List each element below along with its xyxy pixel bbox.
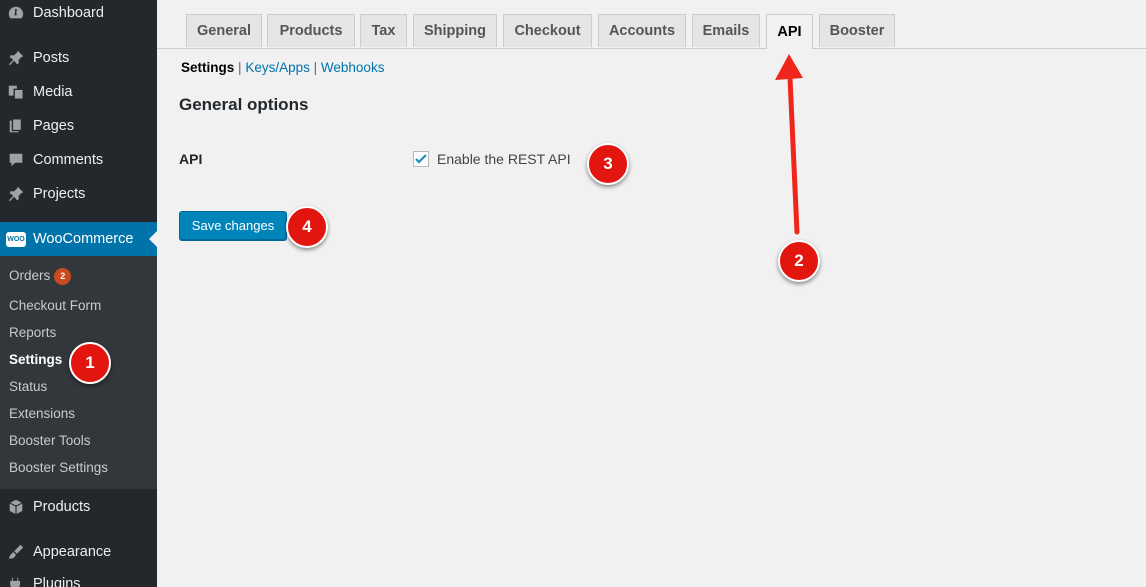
menu-label: Media [33, 84, 73, 100]
menu-item-woocommerce[interactable]: WOO WooCommerce [0, 222, 157, 256]
menu-label: Dashboard [33, 5, 104, 21]
woocommerce-logo: WOO [6, 231, 26, 247]
subnav-webhooks[interactable]: Webhooks [321, 60, 385, 75]
tab-general[interactable]: General [186, 14, 262, 47]
pin-icon [6, 48, 26, 68]
submenu-item-booster-settings[interactable]: Booster Settings [9, 459, 108, 477]
menu-label: WooCommerce [33, 231, 134, 247]
menu-label: Pages [33, 118, 75, 134]
tab-accounts[interactable]: Accounts [598, 14, 686, 47]
woocommerce-icon: WOO [6, 229, 26, 249]
menu-label: Comments [33, 152, 104, 168]
api-setting-label: API [179, 151, 203, 167]
save-changes-button[interactable]: Save changes [179, 211, 287, 240]
media-icon [6, 82, 26, 102]
step-marker-1: 1 [69, 342, 111, 384]
settings-subnav: Settings | Keys/Apps | Webhooks [181, 60, 384, 75]
submenu-item-reports[interactable]: Reports [9, 324, 56, 342]
submenu-item-settings[interactable]: Settings [9, 351, 62, 369]
tab-api[interactable]: API [766, 14, 813, 49]
tab-booster[interactable]: Booster [819, 14, 895, 47]
comment-icon [6, 150, 26, 170]
settings-page: General Products Tax Shipping Checkout A… [157, 0, 1146, 587]
menu-item-posts[interactable]: Posts [0, 41, 157, 75]
submenu-item-checkout-form[interactable]: Checkout Form [9, 297, 101, 315]
enable-rest-api-label[interactable]: Enable the REST API [437, 151, 571, 167]
menu-item-comments[interactable]: Comments [0, 143, 157, 177]
menu-item-products[interactable]: Products [0, 490, 157, 524]
menu-label: Products [33, 499, 91, 515]
submenu-item-booster-tools[interactable]: Booster Tools [9, 432, 91, 450]
tab-shipping[interactable]: Shipping [413, 14, 497, 47]
box-icon [6, 497, 26, 517]
orders-count-badge: 2 [54, 267, 72, 285]
section-title: General options [179, 95, 309, 114]
step-marker-3: 3 [587, 143, 629, 185]
menu-item-projects[interactable]: Projects [0, 177, 157, 211]
subnav-settings[interactable]: Settings [181, 60, 234, 75]
submenu-item-orders[interactable]: Orders 2 [9, 267, 72, 285]
subnav-separator: | [313, 60, 318, 75]
step-marker-2: 2 [778, 240, 820, 282]
menu-label: Appearance [33, 544, 112, 560]
submenu-label: Orders [9, 268, 51, 283]
menu-item-media[interactable]: Media [0, 75, 157, 109]
menu-item-plugins[interactable]: Plugins [0, 567, 157, 587]
menu-item-pages[interactable]: Pages [0, 109, 157, 143]
menu-label: Posts [33, 50, 70, 66]
submenu-item-extensions[interactable]: Extensions [9, 405, 75, 423]
pin-icon [6, 184, 26, 204]
brush-icon [6, 542, 26, 562]
tab-checkout[interactable]: Checkout [503, 14, 592, 47]
tab-emails[interactable]: Emails [692, 14, 760, 47]
subnav-keys-apps[interactable]: Keys/Apps [245, 60, 310, 75]
admin-sidebar: Dashboard Posts Media Pages Comments Pro… [0, 0, 157, 587]
menu-item-appearance[interactable]: Appearance [0, 535, 157, 569]
menu-item-dashboard[interactable]: Dashboard [0, 0, 157, 30]
annotation-arrow [775, 54, 803, 235]
dashboard-icon [6, 3, 26, 23]
tab-products[interactable]: Products [267, 14, 355, 47]
plug-icon [6, 574, 26, 587]
settings-tab-bar: General Products Tax Shipping Checkout A… [157, 0, 1146, 49]
submenu-item-status[interactable]: Status [9, 378, 47, 396]
pages-icon [6, 116, 26, 136]
subnav-separator: | [238, 60, 242, 75]
tab-tax[interactable]: Tax [360, 14, 407, 47]
enable-rest-api-checkbox[interactable] [413, 151, 429, 167]
menu-label: Projects [33, 186, 86, 202]
checkmark-icon [415, 154, 427, 164]
menu-label: Plugins [33, 576, 81, 587]
step-marker-4: 4 [286, 206, 328, 248]
